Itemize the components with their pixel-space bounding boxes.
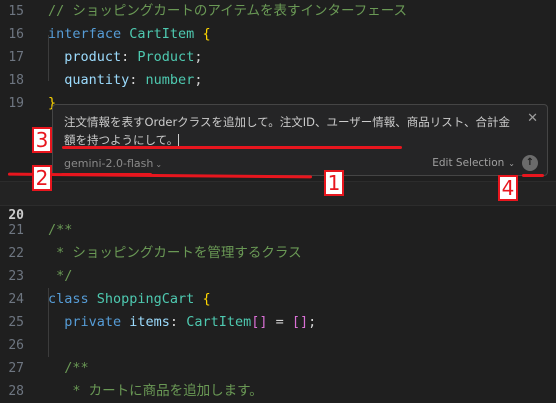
code-text: class ShoppingCart { bbox=[48, 288, 211, 311]
code-token: /** bbox=[48, 360, 89, 376]
code-text: /** bbox=[48, 219, 72, 242]
edit-selection-dropdown[interactable]: Edit Selection ⌄ bbox=[432, 157, 515, 169]
code-token: items bbox=[129, 314, 170, 330]
model-selector[interactable]: gemini-2.0-flash ⌄ bbox=[64, 157, 162, 170]
code-token: ; bbox=[194, 72, 203, 88]
annotation-underline bbox=[61, 173, 152, 176]
code-line[interactable]: 26 bbox=[0, 334, 556, 357]
code-token: number bbox=[145, 72, 195, 88]
line-number: 27 bbox=[8, 361, 24, 376]
line-number: 25 bbox=[8, 315, 24, 330]
annotation-underline bbox=[522, 174, 544, 177]
code-token: class bbox=[48, 291, 97, 307]
code-line[interactable]: 25 private items: CartItem[] = []; bbox=[0, 311, 556, 334]
line-number: 18 bbox=[8, 73, 24, 88]
code-line[interactable]: 21 /** bbox=[0, 219, 556, 242]
annotation-label: 4 bbox=[498, 175, 518, 201]
code-token: ; bbox=[194, 49, 203, 65]
chevron-down-icon: ⌄ bbox=[155, 160, 163, 169]
code-text: private items: CartItem[] = []; bbox=[48, 311, 316, 334]
code-token: : bbox=[169, 314, 187, 330]
line-number: 19 bbox=[8, 96, 24, 111]
code-line[interactable]: 22 * ショッピングカートを管理するクラス bbox=[0, 242, 556, 265]
code-text: * カートに商品を追加します。 bbox=[48, 380, 263, 403]
code-line[interactable]: 16 interface CartItem { bbox=[0, 23, 556, 46]
line-number: 28 bbox=[8, 384, 24, 399]
code-token: { bbox=[202, 291, 211, 307]
code-token: CartItem bbox=[129, 26, 195, 42]
code-token: quantity bbox=[48, 72, 130, 88]
inline-chat-widget: 注文情報を表すOrderクラスを追加して。注文ID、ユーザー情報、商品リスト、合… bbox=[52, 104, 548, 176]
code-text: // ショッピングカートのアイテムを表すインターフェース bbox=[48, 0, 407, 23]
annotation-label: 2 bbox=[32, 165, 52, 191]
code-line[interactable]: 23 */ bbox=[0, 265, 556, 288]
code-line[interactable]: 18 quantity: number; bbox=[0, 69, 556, 92]
code-token: */ bbox=[48, 268, 73, 284]
line-number: 23 bbox=[8, 269, 24, 284]
line-number: 24 bbox=[8, 292, 24, 307]
annotation-label: 3 bbox=[32, 127, 52, 153]
edit-selection-label: Edit Selection bbox=[432, 157, 505, 169]
code-token: /** bbox=[48, 222, 73, 238]
code-token: [] bbox=[291, 314, 309, 330]
annotation-underline bbox=[62, 146, 402, 149]
line-number: 16 bbox=[8, 27, 24, 42]
annotation-label: 1 bbox=[324, 170, 344, 196]
code-token: * カートに商品を追加します。 bbox=[48, 383, 263, 399]
code-token: // ショッピングカートのアイテムを表すインターフェース bbox=[48, 3, 408, 19]
code-token: [] bbox=[251, 314, 268, 330]
code-line[interactable]: 28 * カートに商品を追加します。 bbox=[0, 380, 556, 403]
line-number: 26 bbox=[8, 338, 24, 353]
prompt-input[interactable]: 注文情報を表すOrderクラスを追加して。注文ID、ユーザー情報、商品リスト、合… bbox=[64, 113, 516, 149]
code-text: interface CartItem { bbox=[48, 23, 211, 46]
chevron-down-icon: ⌄ bbox=[508, 159, 515, 168]
code-line[interactable]: 27 /** bbox=[0, 357, 556, 380]
code-token: : bbox=[129, 72, 146, 88]
line-number: 15 bbox=[8, 4, 24, 19]
code-token: : bbox=[121, 49, 138, 65]
close-icon[interactable]: ✕ bbox=[527, 111, 538, 126]
send-button[interactable]: ↑ bbox=[522, 155, 538, 171]
code-token: Product bbox=[137, 49, 195, 65]
model-label: gemini-2.0-flash bbox=[64, 157, 154, 170]
line-number: 17 bbox=[8, 50, 24, 65]
code-token: ShoppingCart bbox=[96, 291, 195, 307]
code-token: * ショッピングカートを管理するクラス bbox=[48, 245, 302, 261]
code-line[interactable]: 15 // ショッピングカートのアイテムを表すインターフェース bbox=[0, 0, 556, 23]
line-number: 21 bbox=[8, 223, 24, 238]
line-number: 22 bbox=[8, 246, 24, 261]
code-line[interactable]: 20 bbox=[0, 181, 556, 223]
code-token: product bbox=[48, 49, 122, 65]
code-token: = bbox=[267, 314, 292, 330]
code-text: */ bbox=[48, 265, 72, 288]
code-token: interface bbox=[48, 26, 130, 42]
prompt-text: 注文情報を表すOrderクラスを追加して。注文ID、ユーザー情報、商品リスト、合… bbox=[64, 115, 511, 147]
code-line[interactable]: 24 class ShoppingCart { bbox=[0, 288, 556, 311]
code-text: * ショッピングカートを管理するクラス bbox=[48, 242, 302, 265]
code-text: quantity: number; bbox=[48, 69, 202, 92]
code-token: { bbox=[202, 26, 211, 42]
code-token: private bbox=[48, 314, 130, 330]
code-line[interactable]: 17 product: Product; bbox=[0, 46, 556, 69]
code-text: product: Product; bbox=[48, 46, 202, 69]
code-text: /** bbox=[48, 357, 89, 380]
code-token: ; bbox=[308, 314, 317, 330]
code-token: CartItem bbox=[186, 314, 252, 330]
